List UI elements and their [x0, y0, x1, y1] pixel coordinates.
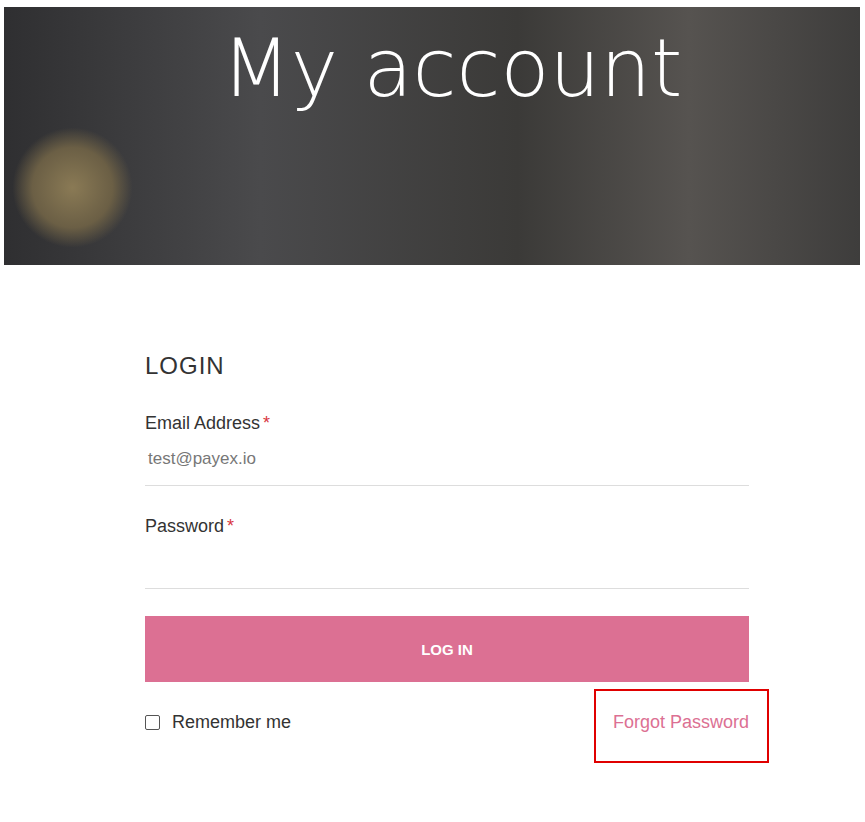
form-field: Password* — [145, 514, 749, 589]
login-button[interactable]: LOG IN — [145, 616, 749, 682]
remember-me[interactable]: Remember me — [145, 712, 291, 733]
field-input[interactable]: test@payex.io — [145, 445, 749, 473]
highlight-box — [594, 689, 769, 763]
forgot-wrap: Forgot Password — [613, 712, 749, 733]
form-field: Email Address* test@payex.io — [145, 411, 749, 486]
remember-label: Remember me — [172, 712, 291, 733]
required-mark: * — [227, 516, 234, 536]
form-footer: Remember me Forgot Password — [145, 712, 749, 733]
page: My account LOGIN Email Address* test@payex.… — [0, 0, 865, 822]
field-label: Password* — [145, 514, 749, 538]
field-label: Email Address* — [145, 411, 749, 435]
required-mark: * — [263, 413, 270, 433]
field-input[interactable] — [145, 548, 749, 576]
forgot-password-link[interactable]: Forgot Password — [613, 712, 749, 732]
hero-banner: My account — [4, 7, 860, 265]
page-title: My account — [182, 21, 683, 117]
remember-checkbox[interactable] — [145, 715, 160, 730]
login-form: LOGIN Email Address* test@payex.io Password… — [145, 351, 749, 733]
form-heading: LOGIN — [145, 351, 749, 381]
